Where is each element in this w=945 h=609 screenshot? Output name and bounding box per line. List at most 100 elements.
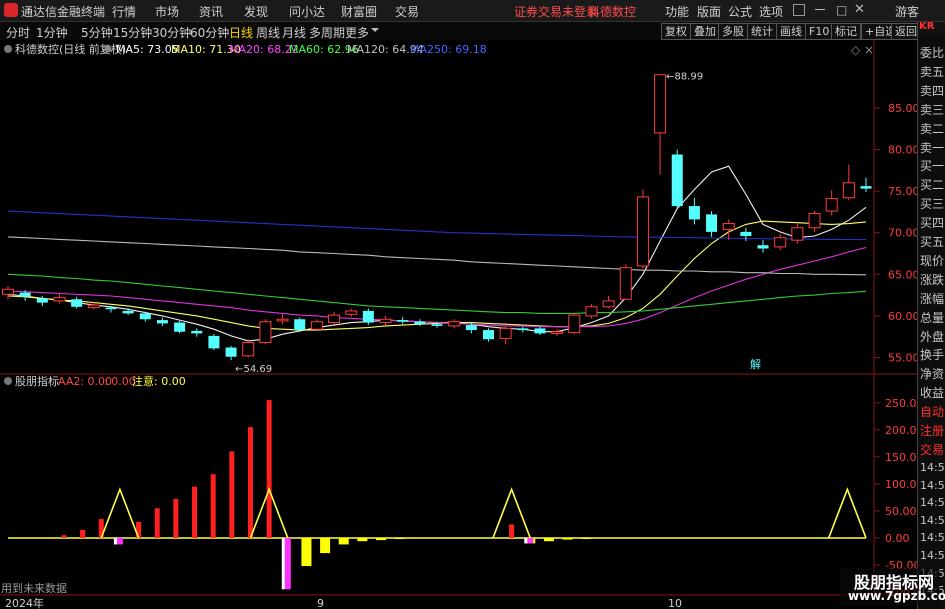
low-price-label: ←54.69 <box>235 364 272 375</box>
minimize-icon[interactable] <box>815 9 825 10</box>
candle-body-up <box>310 321 323 330</box>
kr-marker: KR <box>919 21 935 32</box>
quote-field-label: 卖一 <box>920 140 945 155</box>
candle-body-up <box>276 318 289 322</box>
layout-menu[interactable]: 版面 <box>697 3 721 20</box>
menu-item-zixun[interactable]: 资讯 <box>199 3 223 20</box>
tab-daily[interactable]: 日线 <box>229 24 253 41</box>
tab-60min[interactable]: 60分钟 <box>190 24 229 41</box>
menu-item-hangqing[interactable]: 行情 <box>112 3 136 20</box>
candle-body-down <box>706 214 718 232</box>
tab-multi-period[interactable]: 多周期 <box>309 24 345 41</box>
indicator-bar-yellow <box>376 537 387 541</box>
tab-fenshi[interactable]: 分时 <box>6 24 30 41</box>
kline-chart[interactable]: ←88.99 ←54.69 解 55.00 60.00 65.00 70.00 75.00 8… <box>0 40 917 609</box>
tab-monthly[interactable]: 月线 <box>282 24 306 41</box>
quote-field-label: 买三 <box>920 197 945 212</box>
overlay-button[interactable]: 叠加 <box>690 23 720 40</box>
mark-button[interactable]: 标记 <box>831 23 861 40</box>
price-tick-label: 55.00 <box>888 352 917 365</box>
watermark: 股朋指标网 www.7gpzb.com <box>840 568 945 606</box>
panel-header: KR <box>918 21 945 34</box>
candle-body-down <box>397 320 409 322</box>
tab-5min[interactable]: 5分钟 <box>81 24 113 41</box>
tab-1min[interactable]: 1分钟 <box>36 24 68 41</box>
candle-body-down <box>671 154 683 207</box>
close-panel-icon[interactable]: × <box>864 43 874 57</box>
guest-user[interactable]: 游客 <box>895 3 919 20</box>
login-status[interactable]: 证券交易未登录 <box>514 3 598 20</box>
candle-body-up <box>808 213 821 229</box>
indicator-bar-yellow <box>338 537 349 545</box>
menu-item-faxian[interactable]: 发现 <box>244 3 268 20</box>
candle-body-down <box>517 328 529 331</box>
x-label-sep: 9 <box>317 597 324 609</box>
candle-body-up <box>2 288 14 295</box>
indicator-bar-yellow <box>357 537 368 542</box>
tick-time: 14:56 <box>920 513 945 527</box>
settings-dot-icon[interactable] <box>4 45 12 53</box>
indicator-bar-red <box>229 451 235 538</box>
candle-body-down <box>139 313 151 320</box>
quote-field-label[interactable]: 注册 <box>920 422 944 439</box>
quote-field-label[interactable]: 自动 <box>920 403 944 420</box>
indicator-bar-magenta <box>116 537 123 545</box>
candle-body-up <box>722 223 735 230</box>
candle-body-up <box>791 227 804 241</box>
price-tick-label: 60.00 <box>888 310 917 323</box>
tab-15min[interactable]: 15分钟 <box>113 24 152 41</box>
quote-field-label[interactable]: 交易 <box>920 441 944 458</box>
ma5-label: MA5: 73.05 <box>116 43 179 56</box>
candle-body-down <box>191 330 203 334</box>
x-label-2024: 2024年 <box>5 596 44 609</box>
ma-menu-icon[interactable] <box>104 45 112 53</box>
indicator-bar-red <box>247 427 253 538</box>
options-menu[interactable]: 选项 <box>759 3 783 20</box>
candle-body-down <box>294 319 306 331</box>
candle-body-up <box>774 237 787 248</box>
candle-body-down <box>534 328 546 334</box>
indicator-bar-red <box>266 400 272 538</box>
indicator-menu-icon[interactable] <box>4 377 12 385</box>
tab-30min[interactable]: 30分钟 <box>152 24 191 41</box>
fuquan-button[interactable]: 复权 <box>661 23 691 40</box>
candle-body-down <box>105 307 117 310</box>
formula-menu[interactable]: 公式 <box>728 3 752 20</box>
function-menu[interactable]: 功能 <box>665 3 689 20</box>
multi-stock-button[interactable]: 多股 <box>718 23 748 40</box>
restore-icon[interactable] <box>793 4 805 16</box>
tab-weekly[interactable]: 周线 <box>256 24 280 41</box>
menu-item-caifuquan[interactable]: 财富圈 <box>341 3 377 20</box>
maximize-icon[interactable]: □ <box>836 3 847 17</box>
indicator-bar-magenta <box>284 537 291 590</box>
indicator-bar-red <box>80 529 86 538</box>
draw-line-button[interactable]: 画线 <box>776 23 806 40</box>
stock-name-title: 科德数控 <box>588 5 637 19</box>
candle-body-down <box>688 206 700 220</box>
price-tick-label: 80.00 <box>888 144 917 157</box>
menu-item-jiaoyi[interactable]: 交易 <box>395 3 419 20</box>
candle-body-up <box>379 318 392 324</box>
quote-field-label: 买五 <box>920 235 945 249</box>
quote-field-label: 买二 <box>920 178 945 193</box>
candle-body-down <box>860 186 872 189</box>
f10-button[interactable]: F10 <box>805 23 834 40</box>
quote-field-label: 卖四 <box>920 83 945 98</box>
menu-item-shichang[interactable]: 市场 <box>155 3 179 20</box>
indicator-bar-white <box>524 537 528 544</box>
stats-button[interactable]: 统计 <box>747 23 777 40</box>
quote-field-label: 外盘 <box>920 329 945 344</box>
candle-body-up <box>585 306 598 317</box>
close-icon[interactable]: ✕ <box>854 2 865 17</box>
price-tick-label: 75.00 <box>888 185 917 198</box>
quote-field-label: 委比 <box>920 46 945 60</box>
indicator-bar-magenta <box>527 537 534 544</box>
candle-body-up <box>499 327 512 339</box>
price-tick-label: 70.00 <box>888 227 917 240</box>
candle-body-up <box>328 314 341 324</box>
indicator-bar-yellow <box>394 537 405 540</box>
menu-item-wenxiaoda[interactable]: 问小达 <box>289 3 325 20</box>
chevron-down-icon[interactable] <box>371 28 379 36</box>
tab-more[interactable]: 更多 <box>345 24 369 41</box>
diamond-icon[interactable]: ◇ <box>851 43 861 57</box>
